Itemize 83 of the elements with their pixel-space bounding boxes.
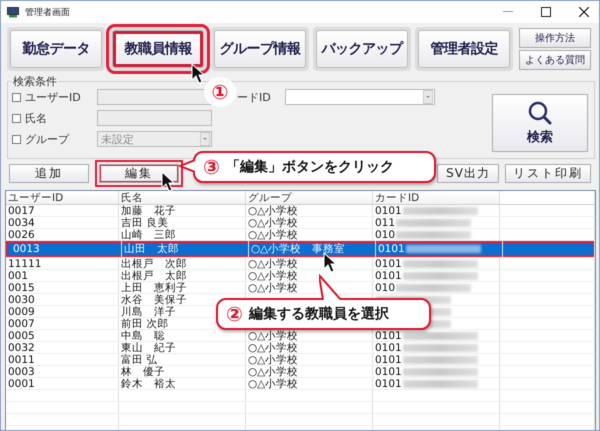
column-header[interactable]: グループ — [246, 191, 373, 204]
table-cell: ○△小学校 — [248, 270, 298, 281]
table-row[interactable]: 0001 鈴木 裕太 ○△小学校 0101 — [6, 378, 595, 390]
group-legend: 検索条件 — [12, 74, 58, 89]
table-cell: 川島 洋子 — [121, 306, 176, 317]
table-cell: 0003 — [8, 366, 35, 377]
field-label: ードID — [237, 90, 272, 104]
dropdown-field[interactable] — [285, 89, 435, 105]
table-cell: ○△小学校 — [248, 342, 298, 353]
cursor-icon — [191, 63, 205, 84]
table-cell: 011 — [375, 217, 396, 228]
table-row[interactable]: 0032 東山 紀子 ○△小学校 0101 — [6, 342, 595, 354]
step-number: ① — [212, 80, 228, 104]
table-cell: ○△小学校 — [248, 282, 298, 293]
table-cell: 0101 — [375, 342, 402, 353]
table-cell: 0101 — [375, 258, 402, 269]
table-cell: 0015 — [8, 282, 35, 293]
table-cell: ○△小学校 — [248, 258, 298, 269]
search-button[interactable]: 検索 — [492, 94, 588, 152]
table-cell: 0101 — [375, 378, 402, 389]
table-cell: 0026 — [8, 229, 35, 240]
table-row[interactable]: 0013 山田 太郎 ○△小学校 事務室 0101 — [6, 241, 595, 258]
table-cell: 0001 — [8, 378, 35, 389]
action-button[interactable]: SV出力 — [437, 164, 499, 183]
table-cell: 中島 聡 — [121, 330, 165, 341]
nav-button[interactable]: 管理者設定 — [418, 30, 510, 68]
table-cell: 0005 — [8, 330, 35, 341]
table-cell: 0101 — [375, 366, 402, 377]
table-cell: 010 — [375, 282, 396, 293]
nav-button[interactable]: 勤怠データ — [10, 30, 102, 68]
nav-button[interactable]: グループ情報 — [214, 30, 306, 68]
table-cell: ○△小学校 — [248, 205, 298, 216]
table-cell-text: ○△小学校 事務室 — [251, 242, 346, 256]
table-cell: ○△小学校 — [248, 330, 298, 341]
column-header[interactable]: ユーザーID — [6, 191, 119, 204]
table-cell-text: 0013 — [13, 242, 40, 256]
table-cell: 0101 — [375, 330, 402, 341]
table-cell: 0011 — [8, 354, 35, 365]
search-icon — [527, 100, 553, 126]
nav-button[interactable]: バックアップ — [316, 30, 408, 68]
table-cell: 0017 — [8, 205, 35, 216]
action-button[interactable]: リスト印刷 — [505, 164, 591, 183]
app-icon — [7, 6, 19, 18]
table-row[interactable]: 0003 林 優子 ○△小学校 0101 — [6, 366, 595, 378]
table-cell: ○△小学校 — [248, 229, 298, 240]
table-cell: ○△小学校 — [248, 217, 298, 228]
table-cell: 001 — [8, 270, 28, 281]
table-cell-text: 0101 — [378, 242, 405, 256]
table-cell: 林 優子 — [121, 366, 165, 377]
table-cell: 0034 — [8, 217, 35, 228]
table-cell: 0032 — [8, 342, 35, 353]
column-header[interactable]: カードID — [373, 191, 500, 204]
table-cell: 鈴木 裕太 — [121, 378, 176, 389]
field-label: ユーザーID — [25, 90, 82, 104]
help-button[interactable]: 操作方法 — [519, 28, 591, 48]
table-cell: 0007 — [8, 318, 35, 329]
help-button[interactable]: よくある質問 — [519, 50, 591, 70]
table-cell: 加藤 花子 — [121, 205, 176, 216]
table-cell: 上田 恵利子 — [121, 282, 187, 293]
table-cell: 0030 — [8, 294, 35, 305]
field-label: グループ — [25, 132, 70, 146]
maximize-icon[interactable] — [541, 7, 551, 17]
table-cell: 0101 — [375, 270, 402, 281]
callout-text: 「編集」ボタンをクリック — [226, 158, 394, 176]
action-button[interactable]: 追加 — [9, 164, 89, 183]
step-number: ③ — [203, 155, 220, 179]
table-row[interactable]: 0017 加藤 花子 ○△小学校 0101 — [6, 205, 595, 217]
table-cell: ○△小学校 — [248, 366, 298, 377]
table-cell: 11111 — [8, 258, 42, 269]
minimize-icon[interactable] — [503, 11, 513, 13]
table-cell: 0009 — [8, 306, 35, 317]
table-cell: ○△小学校 — [248, 378, 298, 389]
table-cell: 東山 紀子 — [121, 342, 176, 353]
table-cell: ○△小学校 — [248, 354, 298, 365]
window-title: 管理者画面 — [25, 6, 70, 18]
close-icon[interactable] — [579, 7, 589, 17]
field-label: 氏名 — [25, 110, 48, 126]
table-cell: 010 — [375, 229, 396, 240]
table-cell-text: 山田 太郎 — [124, 242, 179, 256]
table-cell: 0101 — [375, 205, 402, 216]
table-cell: 0101 — [375, 354, 402, 365]
column-header[interactable]: 氏名 — [119, 191, 246, 204]
cursor-icon — [323, 252, 337, 273]
